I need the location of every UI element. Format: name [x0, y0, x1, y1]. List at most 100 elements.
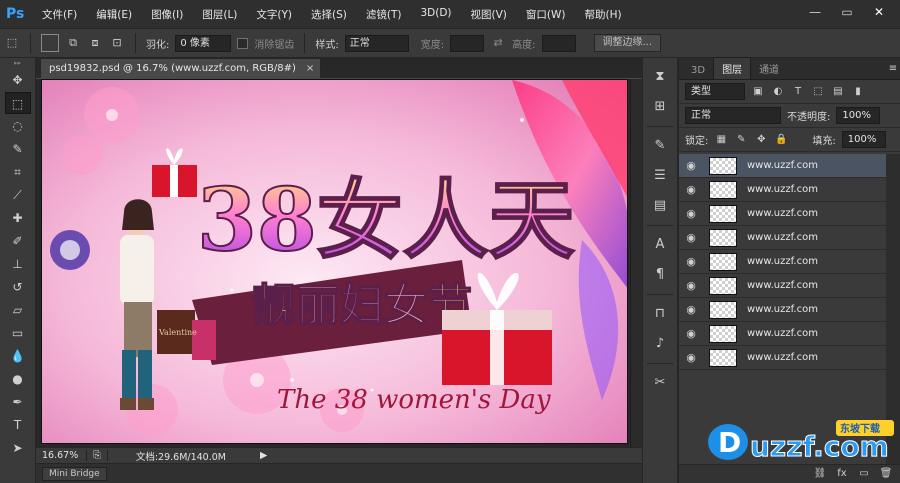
menu-item[interactable]: 视图(V)	[471, 7, 507, 22]
tools-panel-icon[interactable]: ✂	[648, 372, 672, 394]
filter-adjustment-icon[interactable]: ◐	[771, 85, 785, 99]
menu-item[interactable]: 编辑(E)	[96, 7, 132, 22]
visibility-eye-icon[interactable]: ◉	[679, 303, 703, 316]
minimize-button[interactable]: —	[800, 3, 830, 21]
crop-tool-icon[interactable]: ⌗	[5, 161, 31, 183]
visibility-eye-icon[interactable]: ◉	[679, 255, 703, 268]
filter-toggle-icon[interactable]: ▮	[851, 85, 865, 99]
history-brush-tool-icon[interactable]: ↺	[5, 276, 31, 298]
quick-selection-tool-icon[interactable]: ✎	[5, 138, 31, 160]
layer-filter-row: 类型 ▣ ◐ T ⬚ ▤ ▮	[679, 80, 900, 104]
document-canvas[interactable]: 38女人天 靓丽妇女节 Valentine The 38 women's Day	[41, 79, 628, 444]
new-selection-mode-icon[interactable]	[41, 34, 59, 52]
document-tab[interactable]: psd19832.psd @ 16.7% (www.uzzf.com, RGB/…	[40, 58, 322, 78]
paragraph-panel-icon[interactable]: ¶	[648, 264, 672, 286]
filter-shape-icon[interactable]: ⬚	[811, 85, 825, 99]
blend-mode-select[interactable]: 正常	[685, 107, 781, 124]
menu-item[interactable]: 帮助(H)	[585, 7, 622, 22]
history-panel-icon[interactable]: ⧗	[648, 66, 672, 88]
eyedropper-tool-icon[interactable]: ⟋	[5, 184, 31, 206]
type-tool-icon[interactable]: T	[5, 414, 31, 436]
status-icon[interactable]: ⎘	[86, 450, 108, 461]
opacity-input[interactable]: 100%	[836, 107, 881, 124]
menu-item[interactable]: 图像(I)	[151, 7, 183, 22]
visibility-eye-icon[interactable]: ◉	[679, 279, 703, 292]
mini-bridge-tab[interactable]: Mini Bridge	[42, 467, 107, 481]
swap-dimensions-icon[interactable]: ⇄	[490, 35, 506, 51]
refine-edge-button[interactable]: 调整边缘...	[593, 34, 662, 52]
properties-panel-icon[interactable]: ⊞	[648, 96, 672, 118]
filter-pixel-icon[interactable]: ▣	[751, 85, 765, 99]
tab-layers[interactable]: 图层	[713, 57, 752, 79]
restore-button[interactable]: ▭	[832, 3, 862, 21]
menu-item[interactable]: 文字(Y)	[256, 7, 292, 22]
tab-3d[interactable]: 3D	[683, 62, 713, 79]
visibility-eye-icon[interactable]: ◉	[679, 207, 703, 220]
height-label: 高度:	[512, 39, 536, 51]
lock-image-icon[interactable]: ✎	[734, 133, 748, 147]
tab-channels[interactable]: 通道	[751, 58, 787, 79]
layer-row[interactable]: ◉ www.uzzf.com	[679, 274, 887, 298]
visibility-eye-icon[interactable]: ◉	[679, 327, 703, 340]
width-input[interactable]	[450, 34, 485, 52]
layer-row[interactable]: ◉ www.uzzf.com	[679, 226, 887, 250]
clone-stamp-tool-icon[interactable]: ⊥	[5, 253, 31, 275]
rectangular-marquee-tool-icon[interactable]: ⬚	[4, 92, 31, 114]
marquee-tool-preset-icon[interactable]: ⬚	[4, 35, 20, 51]
zoom-level[interactable]: 16.67%	[42, 450, 78, 461]
style-select[interactable]: 正常	[344, 34, 409, 52]
intersect-selection-mode-icon[interactable]: ⊡	[109, 35, 125, 51]
dodge-tool-icon[interactable]: ●	[5, 368, 31, 390]
lock-all-icon[interactable]: 🔒	[774, 133, 788, 147]
status-menu-arrow-icon[interactable]: ▶	[260, 450, 267, 461]
brush-presets-icon[interactable]: ▤	[648, 195, 672, 217]
visibility-eye-icon[interactable]: ◉	[679, 351, 703, 364]
feather-input[interactable]: 0 像素	[175, 34, 232, 52]
lasso-tool-icon[interactable]: ◌	[5, 115, 31, 137]
layer-row[interactable]: ◉ www.uzzf.com	[679, 322, 887, 346]
layer-row[interactable]: ◉ www.uzzf.com	[679, 154, 887, 178]
layer-row[interactable]: ◉ www.uzzf.com	[679, 298, 887, 322]
menu-item[interactable]: 窗口(W)	[526, 7, 566, 22]
blur-tool-icon[interactable]: 💧	[5, 345, 31, 367]
canvas-vertical-scrollbar[interactable]	[630, 79, 642, 451]
layer-row[interactable]: ◉ www.uzzf.com	[679, 178, 887, 202]
move-tool-icon[interactable]: ✥	[5, 69, 31, 91]
pen-tool-icon[interactable]: ✒	[5, 391, 31, 413]
adjustments-panel-icon[interactable]: ☰	[648, 165, 672, 187]
filter-type-icon[interactable]: T	[791, 85, 805, 99]
document-tab-close-icon[interactable]: ×	[306, 63, 314, 74]
healing-brush-tool-icon[interactable]: ✚	[5, 207, 31, 229]
brush-tool-icon[interactable]: ✐	[5, 230, 31, 252]
menu-item[interactable]: 图层(L)	[202, 7, 237, 22]
actions-panel-icon[interactable]: ♪	[648, 333, 672, 355]
layer-row[interactable]: ◉ www.uzzf.com	[679, 346, 887, 370]
visibility-eye-icon[interactable]: ◉	[679, 231, 703, 244]
layer-row[interactable]: ◉ www.uzzf.com	[679, 202, 887, 226]
height-input[interactable]	[541, 34, 576, 52]
menu-item[interactable]: 文件(F)	[42, 7, 77, 22]
layer-filter-select[interactable]: 类型	[685, 83, 745, 100]
menu-item[interactable]: 滤镜(T)	[366, 7, 402, 22]
tool-presets-icon[interactable]: ✎	[648, 135, 672, 157]
menu-item[interactable]: 3D(D)	[420, 7, 451, 22]
layer-row[interactable]: ◉ www.uzzf.com	[679, 250, 887, 274]
panel-menu-icon[interactable]: ≡	[886, 62, 900, 76]
path-selection-tool-icon[interactable]: ➤	[5, 437, 31, 459]
lock-position-icon[interactable]: ✥	[754, 133, 768, 147]
add-selection-mode-icon[interactable]: ⧉	[65, 35, 81, 51]
character-panel-icon[interactable]: A	[648, 234, 672, 256]
visibility-eye-icon[interactable]: ◉	[679, 183, 703, 196]
visibility-eye-icon[interactable]: ◉	[679, 159, 703, 172]
gradient-tool-icon[interactable]: ▭	[5, 322, 31, 344]
filter-smart-object-icon[interactable]: ▤	[831, 85, 845, 99]
subtract-selection-mode-icon[interactable]: ⧈	[87, 35, 103, 51]
toolbox-grip[interactable]: ▸▸	[0, 58, 35, 68]
clone-source-icon[interactable]: ⊓	[648, 303, 672, 325]
antialias-checkbox[interactable]	[237, 37, 249, 49]
lock-transparent-icon[interactable]: ▦	[714, 133, 728, 147]
fill-input[interactable]: 100%	[841, 131, 886, 148]
close-button[interactable]: ✕	[864, 3, 894, 21]
menu-item[interactable]: 选择(S)	[311, 7, 347, 22]
eraser-tool-icon[interactable]: ▱	[5, 299, 31, 321]
